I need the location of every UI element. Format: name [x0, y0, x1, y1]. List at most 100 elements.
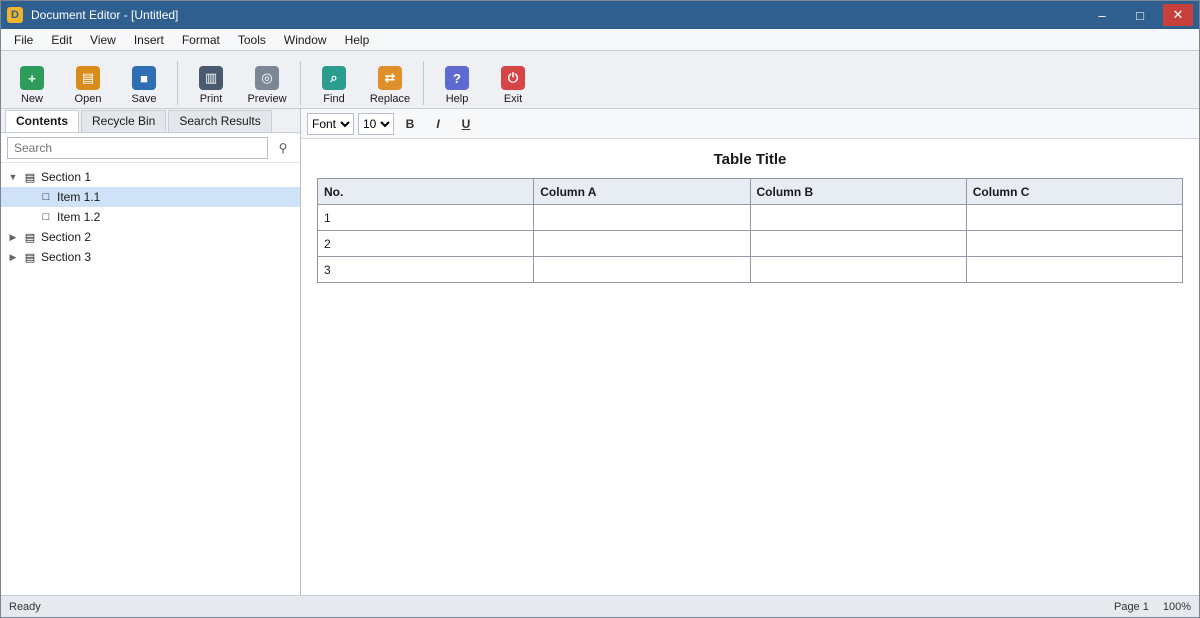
bold-button[interactable]: B [398, 113, 422, 135]
doc-icon: □ [42, 211, 50, 223]
doc-icon: □ [42, 191, 50, 203]
help-icon: ? [445, 66, 469, 90]
replace-button[interactable]: ⇄ Replace [363, 55, 417, 105]
format-bar: Font 10 B I U [301, 109, 1199, 139]
table-cell[interactable] [749, 204, 967, 231]
print-button[interactable]: ▥ Print [184, 55, 238, 105]
menu-item[interactable]: Format [173, 29, 229, 51]
save-button[interactable]: ■ Save [117, 55, 171, 105]
table-header-row: No. Column A Column B Column C [316, 178, 1184, 205]
tree-node[interactable]: □ Item 1.2 [1, 207, 300, 227]
table-row[interactable]: 3 [316, 256, 1184, 283]
table-cell[interactable] [533, 256, 751, 283]
new-button[interactable]: + New [5, 55, 59, 105]
open-button[interactable]: ▤ Open [61, 55, 115, 105]
table-cell[interactable]: 1 [316, 204, 535, 231]
document-canvas[interactable]: Table Title No. Column A Column B Column C … [301, 139, 1199, 595]
data-table: No. Column A Column B Column C 123 [316, 178, 1184, 283]
app-icon: D [7, 7, 23, 23]
tree-node-label: Section 1 [41, 170, 92, 184]
page-indicator: Page 1 [1113, 600, 1149, 613]
sidebar-tab[interactable]: Contents [5, 110, 79, 132]
status-bar: Ready Page 1 100% [1, 595, 1199, 617]
tree-node[interactable]: □ Item 1.1 [1, 187, 300, 207]
font-size-select[interactable]: 10 [358, 112, 394, 135]
search-input[interactable] [7, 136, 268, 159]
close-button[interactable]: ✕ [1163, 4, 1193, 26]
table-header-cell: Column B [749, 178, 967, 205]
minimize-button[interactable]: – [1087, 4, 1117, 26]
expand-toggle-icon[interactable]: ▼ [7, 172, 19, 182]
sidebar-tab[interactable]: Search Results [168, 110, 272, 132]
tool-label: Help [445, 93, 469, 105]
sidebar-tabs: Contents Recycle Bin Search Results [1, 109, 300, 133]
tool-label: Print [199, 93, 223, 105]
table-header-cell: Column A [533, 178, 751, 205]
toolbar-separator [177, 61, 178, 105]
menu-item[interactable]: View [81, 29, 125, 51]
tree-node[interactable]: ▶ ▤ Section 3 [1, 247, 300, 267]
zoom-level[interactable]: 100% [1163, 601, 1191, 613]
expand-toggle-icon[interactable]: ▶ [7, 232, 19, 243]
table-cell[interactable]: 3 [316, 256, 535, 283]
tree-node-label: Item 1.2 [57, 210, 101, 224]
menu-item[interactable]: Insert [125, 29, 173, 51]
new-icon: + [20, 66, 44, 90]
folder-icon: ▤ [24, 251, 36, 264]
toolbar-separator [300, 61, 301, 105]
menu-bar: File Edit View Insert Format Tools Window Help [1, 29, 1199, 51]
power-icon: ⏻ [501, 66, 525, 90]
menu-item[interactable]: Edit [42, 29, 81, 51]
table-row[interactable]: 2 [316, 230, 1184, 257]
table-cell[interactable] [965, 256, 1184, 283]
sidebar-search: ⚲ [1, 133, 300, 163]
table-cell[interactable] [965, 204, 1184, 231]
tool-label: Save [131, 93, 157, 105]
table-body: 123 [316, 204, 1184, 283]
print-icon: ▥ [199, 66, 223, 90]
menu-item[interactable]: Tools [229, 29, 275, 51]
app-window: D Document Editor - [Untitled] – □ ✕ Fil… [0, 0, 1200, 618]
table-cell[interactable] [749, 256, 967, 283]
find-button[interactable]: ⌕ Find [307, 55, 361, 105]
tool-label: New [20, 93, 43, 105]
maximize-button[interactable]: □ [1125, 4, 1155, 26]
table-row[interactable]: 1 [316, 204, 1184, 231]
sidebar-tab[interactable]: Recycle Bin [81, 110, 167, 132]
folder-icon: ▤ [24, 171, 36, 184]
table-cell[interactable]: 2 [316, 230, 535, 257]
expand-toggle-icon[interactable]: ▶ [7, 252, 19, 263]
table-header-cell: No. [316, 178, 535, 205]
navigation-tree: ▼ ▤ Section 1 □ Item 1.1 □ Item 1.2 ▶ ▤ Section 2… [1, 163, 300, 595]
search-icon[interactable]: ⚲ [272, 137, 294, 159]
menu-item[interactable]: Help [336, 29, 379, 51]
italic-button[interactable]: I [426, 113, 450, 135]
tree-node[interactable]: ▼ ▤ Section 1 [1, 167, 300, 187]
sidebar: ContentsRecycle BinSearch Results ⚲ ▼ ▤ Se… [1, 109, 301, 595]
tree-node-label: Section 3 [41, 250, 92, 264]
menu-item[interactable]: Window [275, 29, 336, 51]
table-cell[interactable] [533, 230, 751, 257]
tool-label: Preview [247, 93, 287, 105]
font-select[interactable]: Font [307, 112, 354, 135]
help-button[interactable]: ? Help [430, 55, 484, 105]
menu-item[interactable]: File [5, 29, 42, 51]
table-cell[interactable] [965, 230, 1184, 257]
table-cell[interactable] [749, 230, 967, 257]
title-bar: D Document Editor - [Untitled] – □ ✕ [1, 1, 1199, 29]
underline-button[interactable]: U [454, 113, 478, 135]
folder-icon: ▤ [76, 66, 100, 90]
table-header-cell: Column C [965, 178, 1184, 205]
tree-node[interactable]: ▶ ▤ Section 2 [1, 227, 300, 247]
tool-label: Replace [369, 93, 411, 105]
folder-icon: ▤ [24, 231, 36, 244]
document-pane: Font 10 B I U Table Title No. Column A Col… [301, 109, 1199, 595]
table-cell[interactable] [533, 204, 751, 231]
status-text: Ready [9, 600, 41, 613]
tool-label: Exit [503, 93, 523, 105]
window-title: Document Editor - [Untitled] [31, 8, 179, 22]
preview-button[interactable]: ◎ Preview [240, 55, 294, 105]
exit-button[interactable]: ⏻ Exit [486, 55, 540, 105]
tool-label: Open [74, 93, 102, 105]
search-icon: ⌕ [322, 66, 346, 90]
